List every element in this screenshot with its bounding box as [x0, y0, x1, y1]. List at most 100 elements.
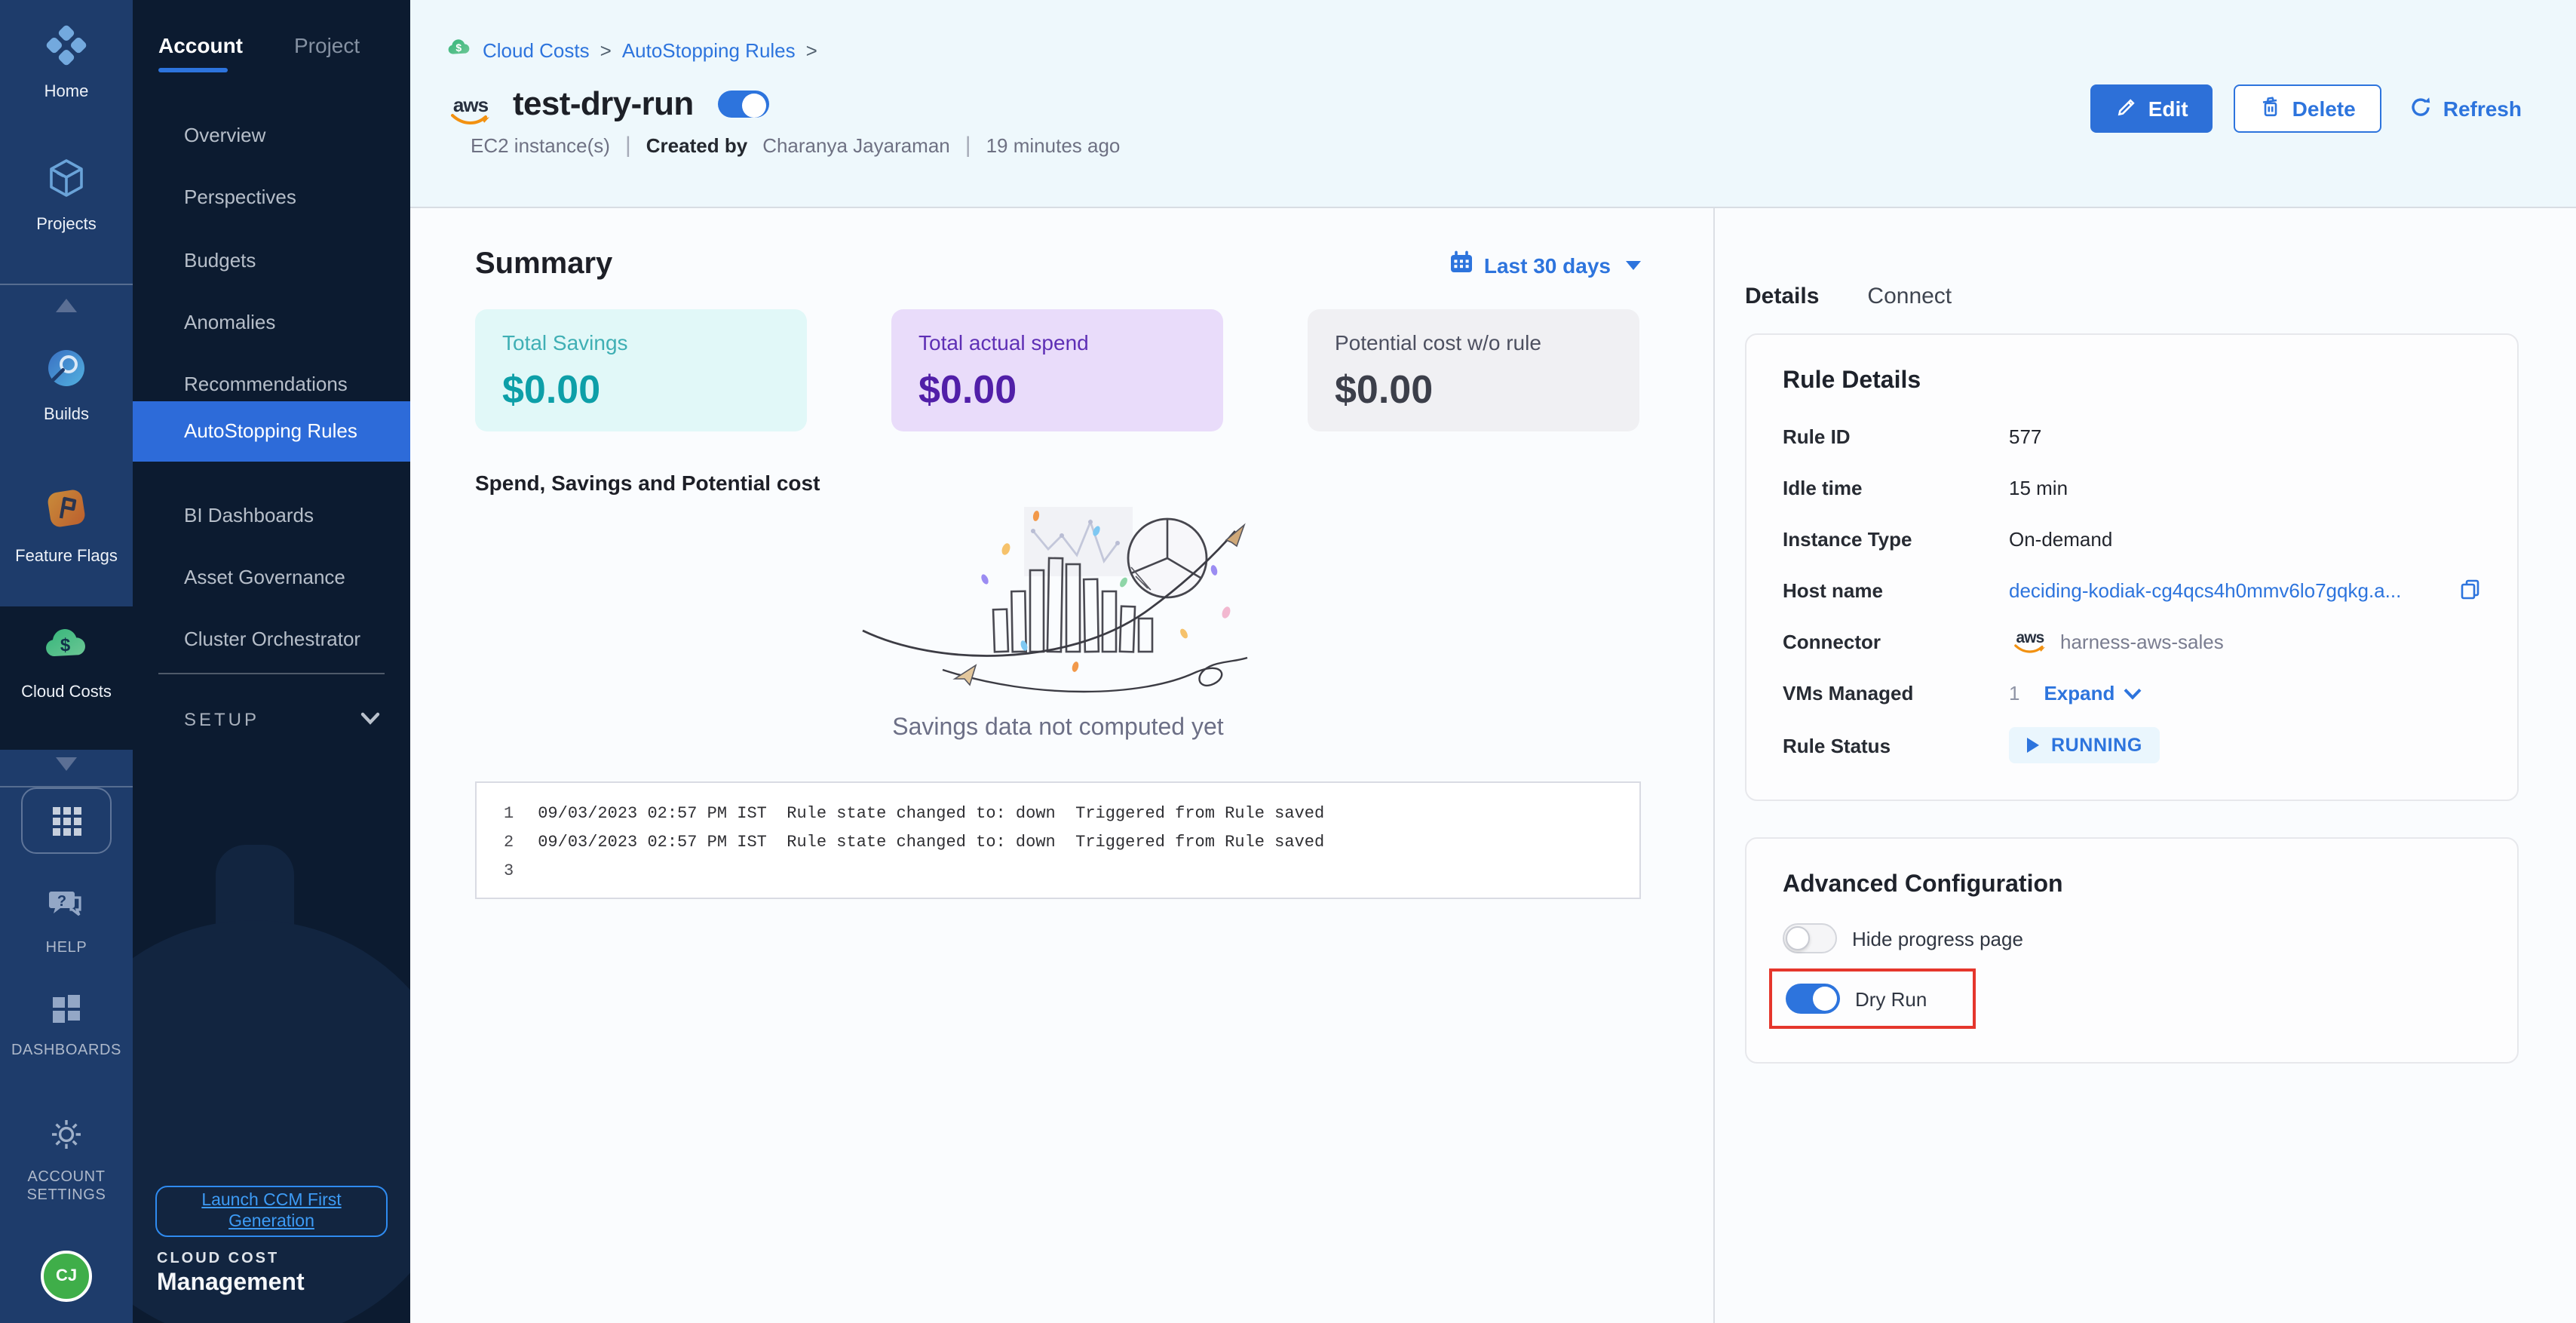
active-tab-underline: [158, 68, 228, 72]
nav-item-autostopping-rules[interactable]: AutoStopping Rules: [133, 401, 410, 462]
scroll-down-icon[interactable]: [0, 757, 133, 771]
tab-connect[interactable]: Connect: [1867, 284, 1952, 309]
svg-text:$: $: [60, 635, 71, 655]
page-title: test-dry-run: [513, 84, 694, 124]
module-picker-button[interactable]: [21, 787, 112, 854]
instance-type-row: Instance Type On-demand: [1783, 522, 2481, 557]
idle-time-value: 15 min: [2009, 477, 2481, 499]
connector-row: Connector aws harness-aws-sales: [1783, 625, 2481, 659]
instance-type-text: EC2 instance(s): [471, 134, 610, 157]
rule-enabled-toggle[interactable]: [718, 91, 769, 118]
aws-logo-icon: aws: [449, 97, 492, 127]
breadcrumb-cloud-costs[interactable]: Cloud Costs: [483, 38, 590, 61]
sidebar-item-label: ACCOUNT SETTINGS: [14, 1169, 119, 1205]
aws-logo-icon: aws: [2013, 630, 2047, 654]
breadcrumb-autostopping-rules[interactable]: AutoStopping Rules: [622, 38, 796, 61]
nav-item-asset-governance[interactable]: Asset Governance: [133, 560, 410, 596]
projects-cube-icon: [45, 157, 87, 207]
sidebar-item-cloud-costs[interactable]: $ Cloud Costs: [0, 625, 133, 701]
sidebar-item-label: Builds: [44, 406, 89, 424]
breadcrumb-separator: >: [600, 38, 612, 61]
sidebar-item-label: Home: [44, 83, 89, 101]
svg-text:?: ?: [57, 893, 66, 910]
nav-item-overview[interactable]: Overview: [133, 118, 410, 154]
sidebar-item-account-settings[interactable]: ACCOUNT SETTINGS: [0, 1116, 133, 1205]
potential-cost-value: $0.00: [1335, 367, 1612, 413]
aws-logo-text: aws: [453, 97, 488, 113]
hide-progress-toggle[interactable]: [1783, 923, 1837, 953]
expand-vms-button[interactable]: Expand: [2044, 682, 2142, 704]
copy-icon[interactable]: [2458, 577, 2481, 604]
empty-chart-state: Savings data not computed yet: [475, 498, 1641, 742]
breadcrumb: $ Cloud Costs > AutoStopping Rules >: [410, 0, 2576, 63]
scroll-up-icon[interactable]: [0, 299, 133, 312]
nav-item-setup[interactable]: SETUP: [133, 706, 410, 733]
created-age: 19 minutes ago: [986, 134, 1121, 157]
status-badge: RUNNING: [2009, 727, 2160, 763]
gear-icon: [48, 1116, 84, 1160]
sidebar-item-projects[interactable]: Projects: [0, 157, 133, 234]
hide-progress-page-row: Hide progress page: [1783, 923, 2481, 953]
empty-chart-text: Savings data not computed yet: [892, 715, 1223, 742]
feature-flags-icon: [44, 486, 89, 539]
dry-run-toggle[interactable]: [1786, 984, 1840, 1014]
page-header: $ Cloud Costs > AutoStopping Rules > aws…: [410, 0, 2576, 208]
caret-down-icon: [1626, 260, 1641, 269]
play-icon: [2027, 738, 2039, 753]
log-line: 1 09/03/2023 02:57 PM IST Rule state cha…: [504, 801, 1612, 830]
main-content: $ Cloud Costs > AutoStopping Rules > aws…: [410, 0, 2576, 1323]
nav-item-perspectives[interactable]: Perspectives: [133, 180, 410, 216]
refresh-icon: [2409, 94, 2433, 123]
tab-project[interactable]: Project: [294, 33, 360, 57]
sidebar-item-home[interactable]: Home: [0, 24, 133, 101]
rule-id-row: Rule ID 577: [1783, 419, 2481, 454]
nav-item-cluster-orchestrator[interactable]: Cluster Orchestrator: [133, 622, 410, 658]
total-actual-spend-value: $0.00: [918, 367, 1196, 413]
rail-divider: [0, 284, 133, 285]
sidebar-item-label: HELP: [46, 940, 87, 958]
host-name-link[interactable]: deciding-kodiak-cg4qcs4h0mmv6lo7gqkg.a..…: [2009, 579, 2401, 602]
refresh-button[interactable]: Refresh: [2403, 84, 2528, 133]
rule-activity-log[interactable]: 1 09/03/2023 02:57 PM IST Rule state cha…: [475, 781, 1641, 899]
total-savings-card: Total Savings $0.00: [475, 309, 807, 431]
total-actual-spend-card: Total actual spend $0.00: [891, 309, 1223, 431]
sidebar-item-feature-flags[interactable]: Feature Flags: [0, 486, 133, 566]
tab-details[interactable]: Details: [1745, 284, 1819, 309]
rule-details-card: Rule Details Rule ID 577 Idle time 15 mi…: [1745, 333, 2519, 801]
sidebar-item-label: Projects: [36, 216, 97, 234]
user-avatar[interactable]: CJ: [41, 1251, 92, 1302]
nav-item-bi-dashboards[interactable]: BI Dashboards: [133, 498, 410, 534]
sidebar-item-help[interactable]: ? HELP: [0, 887, 133, 958]
chevron-down-icon: [2124, 682, 2142, 704]
log-line: 3: [504, 858, 1612, 887]
vms-managed-row: VMs Managed 1 Expand: [1783, 676, 2481, 711]
chart-heading: Spend, Savings and Potential cost: [475, 471, 1641, 495]
brand-cloud-cost: CLOUD COST: [157, 1251, 279, 1267]
sidebar-item-dashboards[interactable]: DASHBOARDS: [0, 993, 133, 1061]
nav-item-recommendations[interactable]: Recommendations: [133, 367, 410, 403]
idle-time-row: Idle time 15 min: [1783, 471, 2481, 505]
delete-button[interactable]: Delete: [2234, 84, 2381, 133]
calendar-icon: [1449, 250, 1474, 279]
edit-button[interactable]: Edit: [2091, 84, 2213, 133]
nav-item-anomalies[interactable]: Anomalies: [133, 305, 410, 341]
cloud-costs-breadcrumb-icon: $: [446, 36, 472, 63]
dry-run-highlight-box: Dry Run: [1769, 968, 1975, 1029]
summary-heading: Summary: [475, 247, 612, 282]
setup-label: SETUP: [133, 709, 259, 730]
tab-account[interactable]: Account: [158, 33, 243, 57]
sidebar-item-label: Feature Flags: [15, 548, 118, 566]
launch-ccm-first-gen-button[interactable]: Launch CCM First Generation: [155, 1186, 388, 1237]
chevron-down-icon: [360, 706, 380, 733]
date-range-picker[interactable]: Last 30 days: [1449, 250, 1641, 279]
advanced-configuration-card: Advanced Configuration Hide progress pag…: [1745, 837, 2519, 1064]
header-actions: Edit Delete Refresh: [2091, 84, 2528, 133]
sidebar-item-builds[interactable]: Builds: [0, 347, 133, 424]
nav-item-budgets[interactable]: Budgets: [133, 243, 410, 279]
sketch-chart-illustration: [854, 498, 1262, 709]
date-range-label: Last 30 days: [1484, 253, 1611, 277]
svg-text:$: $: [455, 41, 462, 54]
brand-management: Management: [157, 1270, 305, 1297]
log-line: 2 09/03/2023 02:57 PM IST Rule state cha…: [504, 830, 1612, 858]
created-by-name: Charanya Jayaraman: [762, 134, 950, 157]
